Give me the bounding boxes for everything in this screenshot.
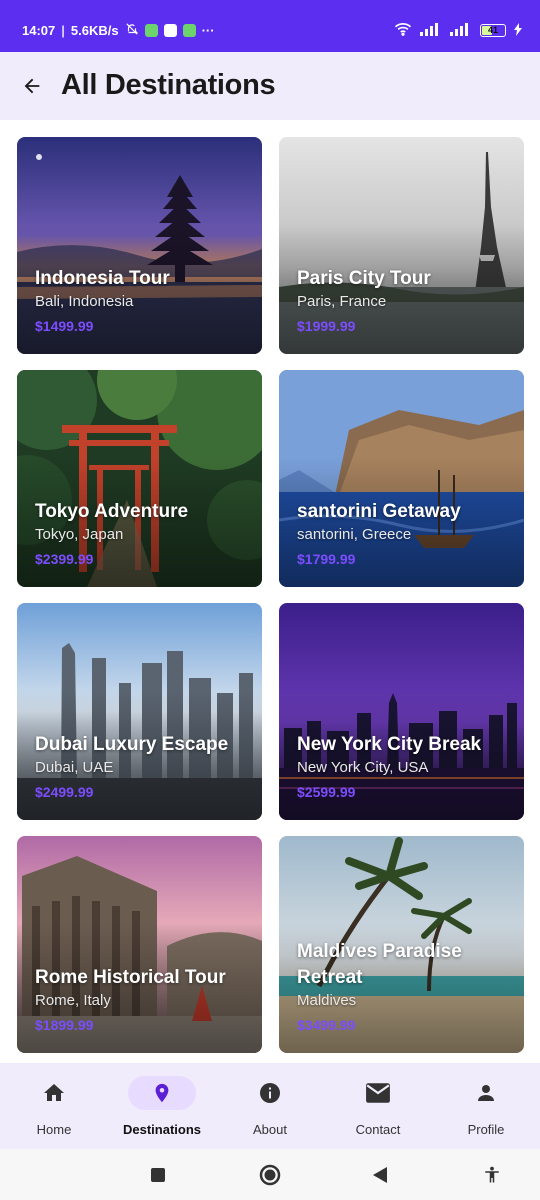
destination-card[interactable]: Dubai Luxury Escape Dubai, UAE $2499.99 [17, 603, 262, 820]
location-pin-icon [155, 1083, 169, 1103]
system-navigation-bar [0, 1149, 540, 1200]
mute-icon [125, 22, 139, 39]
destination-title: Tokyo Adventure [35, 501, 189, 522]
destination-price: $2399.99 [35, 551, 94, 567]
play-notification-icon [163, 24, 177, 37]
destination-price: $1799.99 [297, 551, 356, 567]
destination-card[interactable]: Rome Historical Tour Rome, Italy $1899.9… [17, 836, 262, 1053]
nav-label: Home [36, 1122, 72, 1137]
destination-location: Paris, France [297, 293, 387, 310]
destination-card[interactable]: santorini Getaway santorini, Greece $179… [279, 370, 524, 587]
charging-icon [514, 22, 522, 39]
destination-title: New York City Break [297, 734, 482, 755]
nav-label: Destinations [122, 1122, 201, 1137]
destination-card[interactable]: Maldives Paradise Retreat Maldives $3499… [279, 836, 524, 1053]
mail-icon [366, 1083, 390, 1103]
destination-location: Tokyo, Japan [35, 526, 124, 543]
circle-home-icon [259, 1164, 281, 1186]
nav-item-about[interactable]: About [216, 1063, 324, 1149]
bottom-navigation: Home Destinations About Contact Profile [0, 1063, 540, 1149]
destination-title: Indonesia Tour [35, 268, 170, 289]
destination-title: santorini Getaway [297, 501, 461, 522]
accessibility-icon [485, 1166, 499, 1183]
nav-label: Contact [355, 1122, 401, 1137]
destination-location: santorini, Greece [297, 526, 412, 543]
destination-price: $1999.99 [297, 318, 356, 334]
home-icon [44, 1084, 64, 1101]
destination-title: Dubai Luxury Escape [35, 734, 229, 755]
network-speed: 5.6KB/s [70, 23, 119, 38]
signal-icon [450, 22, 472, 39]
destination-location: Dubai, UAE [35, 759, 114, 776]
nav-item-destinations[interactable]: Destinations [108, 1063, 216, 1149]
home-system-button[interactable] [257, 1162, 283, 1188]
back-button[interactable] [14, 68, 50, 104]
destination-card[interactable]: Indonesia Tour Bali, Indonesia $1499.99 [17, 137, 262, 354]
destination-location: New York City, USA [297, 759, 429, 776]
destination-card[interactable]: New York City Break New York City, USA $… [279, 603, 524, 820]
destination-location: Bali, Indonesia [35, 293, 134, 310]
destination-price: $2499.99 [35, 784, 94, 800]
info-icon [260, 1083, 280, 1103]
person-icon [478, 1085, 494, 1101]
destination-title: Paris City Tour [297, 268, 431, 289]
nav-item-contact[interactable]: Contact [324, 1063, 432, 1149]
page-title: All Destinations [61, 69, 276, 101]
square-icon [151, 1168, 165, 1182]
arrow-back-icon [24, 78, 40, 94]
back-system-button[interactable] [367, 1162, 393, 1188]
nav-label: Profile [467, 1122, 505, 1137]
more-notifications-icon: ··· [201, 23, 215, 38]
destination-price: $2599.99 [297, 784, 356, 800]
status-time: 14:07 [22, 23, 56, 38]
app-header: All Destinations [0, 52, 540, 120]
triangle-back-icon [373, 1167, 387, 1183]
destination-card[interactable]: Paris City Tour Paris, France $1999.99 [279, 137, 524, 354]
app-notification-icon [144, 24, 158, 37]
nav-item-home[interactable]: Home [0, 1063, 108, 1149]
destination-title: Rome Historical Tour [35, 967, 226, 988]
recents-button[interactable] [145, 1162, 171, 1188]
nav-item-profile[interactable]: Profile [432, 1063, 540, 1149]
battery-level: 41 [487, 25, 498, 35]
destination-location: Maldives [297, 992, 357, 1009]
battery-icon: 41 [480, 24, 506, 37]
destination-price: $3499.99 [297, 1017, 356, 1033]
app-notification-icon [182, 24, 196, 37]
nav-label: About [253, 1122, 287, 1137]
wifi-icon [394, 22, 412, 39]
destination-price: $1899.99 [35, 1017, 94, 1033]
destination-card[interactable]: Tokyo Adventure Tokyo, Japan $2399.99 [17, 370, 262, 587]
signal-icon [420, 22, 442, 39]
destination-title: Maldives Paradise Retreat [297, 941, 462, 988]
destination-price: $1499.99 [35, 318, 94, 334]
accessibility-button[interactable] [479, 1162, 505, 1188]
destination-location: Rome, Italy [35, 992, 111, 1009]
